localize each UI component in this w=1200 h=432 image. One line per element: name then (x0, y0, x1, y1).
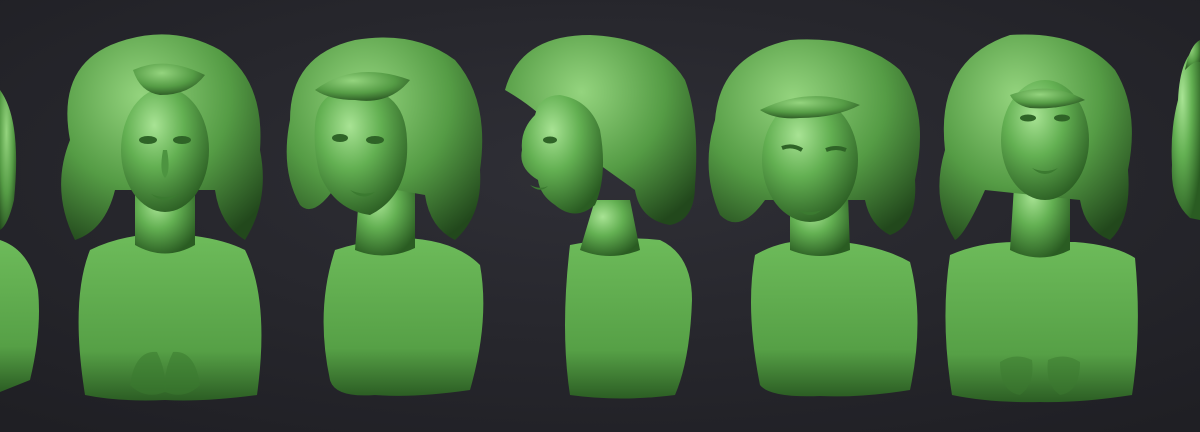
bust-front (61, 34, 263, 401)
sculpt-turnaround-canvas (0, 0, 1200, 432)
render-viewport (0, 0, 1200, 432)
bust-upward (939, 34, 1138, 403)
